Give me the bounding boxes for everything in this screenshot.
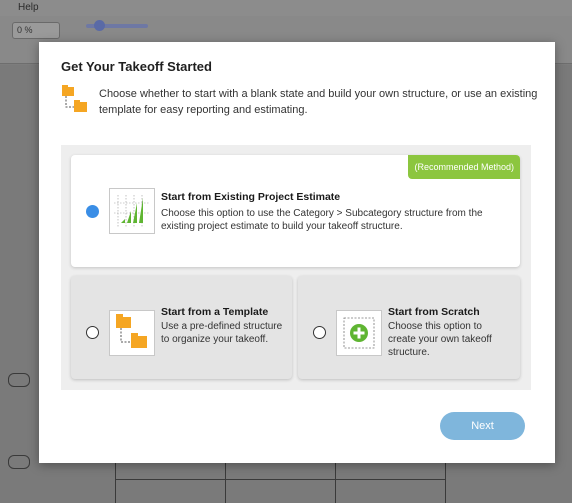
- option-existing-estimate-title: Start from Existing Project Estimate: [161, 191, 341, 203]
- drawing-mark: [8, 455, 30, 469]
- add-circle-icon: [336, 310, 382, 356]
- start-options-panel: (Recommended Method) Start from Existing…: [61, 145, 531, 390]
- option-existing-estimate-radio[interactable]: [86, 205, 99, 218]
- option-template-description: Use a pre-defined structure to organize …: [161, 321, 283, 345]
- option-template-radio[interactable]: [86, 326, 99, 339]
- bar-chart-icon: [109, 188, 155, 234]
- blueprint-drawing: [95, 458, 550, 503]
- option-scratch-title: Start from Scratch: [388, 306, 480, 318]
- takeoff-start-dialog: Get Your Takeoff Started Choose whether …: [39, 42, 555, 463]
- dialog-intro-text: Choose whether to start with a blank sta…: [99, 88, 538, 116]
- drawing-mark: [8, 373, 30, 387]
- blueprint-line: [225, 459, 226, 503]
- next-button[interactable]: Next: [440, 412, 525, 440]
- option-template[interactable]: Start from a Template Use a pre-defined …: [71, 276, 292, 379]
- blueprint-line: [335, 459, 336, 503]
- option-existing-estimate-description: Choose this option to use the Category >…: [161, 208, 483, 232]
- option-template-title: Start from a Template: [161, 306, 269, 318]
- blueprint-line: [115, 459, 116, 503]
- option-scratch[interactable]: Start from Scratch Choose this option to…: [298, 276, 520, 379]
- zoom-select[interactable]: 0 %: [12, 22, 60, 39]
- drawing-side-marks: [8, 355, 30, 485]
- blueprint-line: [445, 459, 446, 503]
- dialog-title: Get Your Takeoff Started: [61, 59, 212, 74]
- option-scratch-radio[interactable]: [313, 326, 326, 339]
- zoom-slider-thumb[interactable]: [94, 20, 105, 31]
- menu-bar: Help: [0, 0, 572, 16]
- menu-help[interactable]: Help: [18, 2, 39, 13]
- option-scratch-description: Choose this option to create your own ta…: [388, 321, 492, 358]
- recommended-badge: (Recommended Method): [408, 155, 520, 179]
- folder-tree-icon: [109, 310, 155, 356]
- option-existing-estimate[interactable]: (Recommended Method) Start from Existing…: [71, 155, 520, 267]
- blueprint-line: [115, 479, 445, 480]
- folder-tree-icon: [61, 85, 89, 115]
